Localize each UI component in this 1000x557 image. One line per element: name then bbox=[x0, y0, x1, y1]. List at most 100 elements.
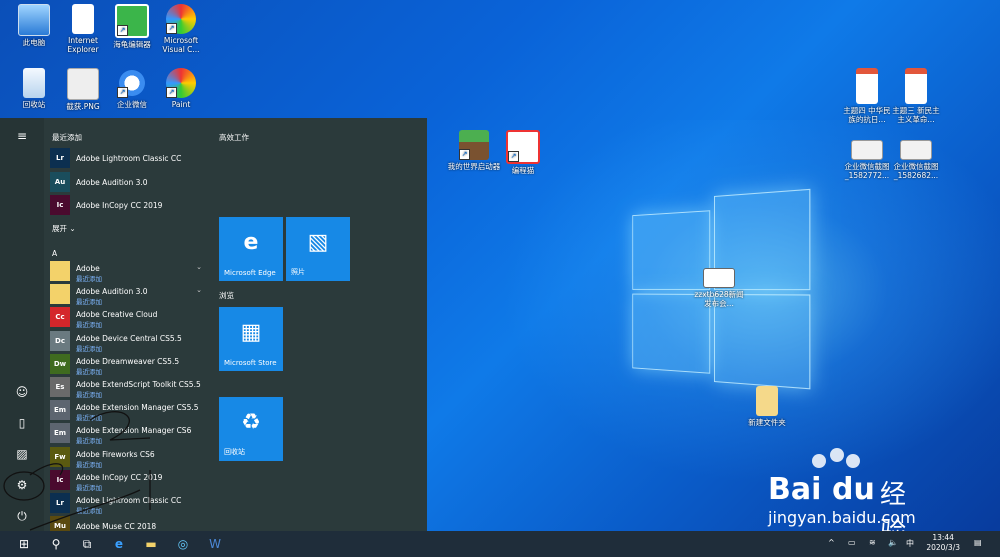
desktop-icon-label: 截获.PNG bbox=[66, 102, 99, 111]
tile-photos[interactable]: ▧ 照片 bbox=[286, 217, 350, 281]
app-list-item[interactable]: Lr Adobe Lightroom Classic CC bbox=[50, 148, 210, 170]
desktop-icon-label: 我的世界启动器 bbox=[448, 162, 501, 171]
minecraft-icon: ↗ bbox=[459, 130, 489, 160]
app-name: Adobe Audition 3.0 bbox=[76, 178, 148, 187]
app-list-item[interactable]: Ic Adobe InCopy CC 2019 bbox=[50, 195, 210, 217]
taskbar-clock[interactable]: 13:44 2020/3/3 bbox=[926, 533, 960, 553]
desktop-icon-label: zzxtb628新闻发布会... bbox=[694, 290, 743, 308]
desktop-icon-ppt-3[interactable]: 主题三 新民主主义革命... bbox=[889, 68, 943, 124]
app-list-item[interactable]: Dc Adobe Device Central CS5.5 最近添加 bbox=[50, 331, 210, 353]
app-name: Adobe bbox=[76, 264, 100, 273]
desktop-icon-new-folder[interactable]: 新建文件夹 bbox=[740, 386, 794, 427]
computer-icon bbox=[18, 4, 50, 36]
network-icon[interactable]: ≋ bbox=[869, 538, 876, 547]
wecom-icon: ↗ bbox=[117, 68, 147, 98]
desktop-icon-visual-c[interactable]: ↗ Microsoft Visual C... bbox=[154, 4, 208, 54]
word-taskbar-icon[interactable]: W bbox=[205, 535, 225, 553]
app-icon bbox=[50, 261, 70, 281]
desktop-icon-turtle-editor[interactable]: ↗ 海龟编辑器 bbox=[105, 4, 159, 49]
turtle-editor-icon: ↗ bbox=[115, 4, 149, 38]
watermark-url: jingyan.baidu.com bbox=[768, 508, 916, 527]
expand-label: 展开 bbox=[52, 224, 67, 233]
recent-header: 最近添加 bbox=[52, 132, 82, 143]
tile-microsoft-store[interactable]: ▦ Microsoft Store bbox=[219, 307, 283, 371]
chevron-down-icon[interactable]: ⌄ bbox=[196, 263, 202, 271]
desktop-icon-label: 主题三 新民主主义革命... bbox=[892, 106, 939, 124]
desktop-icon-screenshot-2[interactable]: 企业微信截图_1582682... bbox=[889, 140, 943, 180]
desktop-icon-label: 回收站 bbox=[23, 100, 46, 109]
search-icon[interactable]: ⚲ bbox=[46, 535, 66, 553]
image-file-icon bbox=[67, 68, 99, 100]
task-view-icon[interactable]: ⧉ bbox=[77, 535, 97, 553]
chevron-down-icon: ⌄ bbox=[69, 224, 75, 233]
app-name: Adobe Device Central CS5.5 bbox=[76, 334, 182, 343]
desktop-icon-label: Paint bbox=[172, 100, 191, 109]
windows-start-icon[interactable]: ⊞ bbox=[14, 535, 34, 553]
tile-label: Microsoft Store bbox=[224, 359, 277, 367]
handwritten-annotation bbox=[0, 380, 260, 540]
desktop-icon-this-pc[interactable]: 此电脑 bbox=[7, 4, 61, 47]
app-icon: Dw bbox=[50, 354, 70, 374]
app-list-item[interactable]: Dw Adobe Dreamweaver CS5.5 最近添加 bbox=[50, 354, 210, 376]
app-list-item[interactable]: Adobe 最近添加 ⌄ bbox=[50, 261, 210, 283]
recently-added-tag: 最近添加 bbox=[76, 273, 102, 283]
desktop-icon-png[interactable]: 截获.PNG bbox=[56, 68, 110, 111]
tile-label: Microsoft Edge bbox=[224, 269, 276, 277]
desktop-icon-paint[interactable]: ↗ Paint bbox=[154, 68, 208, 109]
letter-header-a[interactable]: A bbox=[52, 249, 57, 258]
screenshot-icon bbox=[900, 140, 932, 160]
edge-taskbar-icon[interactable]: e bbox=[109, 535, 129, 553]
desktop-icon-label: 此电脑 bbox=[23, 38, 46, 47]
desktop-icon-ppt-4[interactable]: 主题四 中华民族的抗日... bbox=[840, 68, 894, 124]
ime-indicator[interactable]: 中 bbox=[906, 538, 914, 549]
recently-added-tag: 最近添加 bbox=[76, 319, 102, 329]
app-list-item[interactable]: Au Adobe Audition 3.0 bbox=[50, 172, 210, 194]
wecom-taskbar-icon[interactable]: ◎ bbox=[173, 535, 193, 553]
expand-button[interactable]: 展开 ⌄ bbox=[52, 223, 76, 234]
app-list-item[interactable]: Cc Adobe Creative Cloud 最近添加 bbox=[50, 307, 210, 329]
ppt-icon bbox=[856, 68, 878, 104]
chevron-down-icon[interactable]: ⌄ bbox=[196, 286, 202, 294]
watermark-brand-2: du bbox=[832, 472, 875, 507]
desktop-icon-wecom[interactable]: ↗ 企业微信 bbox=[105, 68, 159, 109]
desktop-icon-label: 企业微信截图_1582682... bbox=[894, 162, 939, 180]
app-icon: Au bbox=[50, 172, 70, 192]
desktop-icon-label: 新建文件夹 bbox=[748, 418, 786, 427]
notification-icon[interactable]: ▤ bbox=[974, 538, 982, 547]
tile-label: 照片 bbox=[291, 267, 305, 277]
clock-date: 2020/3/3 bbox=[926, 543, 960, 553]
desktop-icon-screenshot-1[interactable]: 企业微信截图_1582772... bbox=[840, 140, 894, 180]
app-list-item[interactable]: Adobe Audition 3.0 最近添加 ⌄ bbox=[50, 284, 210, 306]
desktop-icon-label: 海龟编辑器 bbox=[113, 40, 151, 49]
desktop-icon-label: 企业微信 bbox=[117, 100, 147, 109]
app-name: Adobe Audition 3.0 bbox=[76, 287, 148, 296]
tile-group-header: 浏览 bbox=[219, 290, 234, 301]
app-icon: Ic bbox=[50, 195, 70, 215]
paint-icon: ↗ bbox=[166, 4, 196, 34]
file-icon bbox=[72, 4, 94, 34]
battery-icon[interactable]: ▭ bbox=[848, 538, 856, 547]
volume-icon[interactable]: 🔈 bbox=[888, 538, 898, 547]
desktop-icon-codemao[interactable]: ↗ 编程猫 bbox=[496, 130, 550, 175]
file-explorer-icon[interactable]: ▬ bbox=[141, 535, 161, 553]
codemao-icon: ↗ bbox=[506, 130, 540, 164]
desktop-icon-document[interactable]: zzxtb628新闻发布会... bbox=[692, 268, 746, 308]
desktop-icon-label: Internet Explorer bbox=[67, 36, 98, 54]
app-name: Adobe Creative Cloud bbox=[76, 310, 157, 319]
ppt-icon bbox=[905, 68, 927, 104]
desktop-icon-ie[interactable]: Internet Explorer bbox=[56, 4, 110, 54]
desktop-icon-label: 企业微信截图_1582772... bbox=[845, 162, 890, 180]
clock-time: 13:44 bbox=[926, 533, 960, 543]
app-icon: Lr bbox=[50, 148, 70, 168]
recently-added-tag: 最近添加 bbox=[76, 296, 102, 306]
chevron-up-icon[interactable]: ^ bbox=[828, 538, 835, 547]
recently-added-tag: 最近添加 bbox=[76, 366, 102, 376]
app-icon: Cc bbox=[50, 307, 70, 327]
edge-icon: e bbox=[219, 231, 283, 255]
desktop-icon-minecraft[interactable]: ↗ 我的世界启动器 bbox=[447, 130, 501, 171]
desktop-icon-recycle-bin[interactable]: 回收站 bbox=[7, 68, 61, 109]
screenshot-icon bbox=[851, 140, 883, 160]
tile-microsoft-edge[interactable]: e Microsoft Edge bbox=[219, 217, 283, 281]
hamburger-menu-icon[interactable]: ≡ bbox=[14, 128, 30, 144]
app-icon: Dc bbox=[50, 331, 70, 351]
